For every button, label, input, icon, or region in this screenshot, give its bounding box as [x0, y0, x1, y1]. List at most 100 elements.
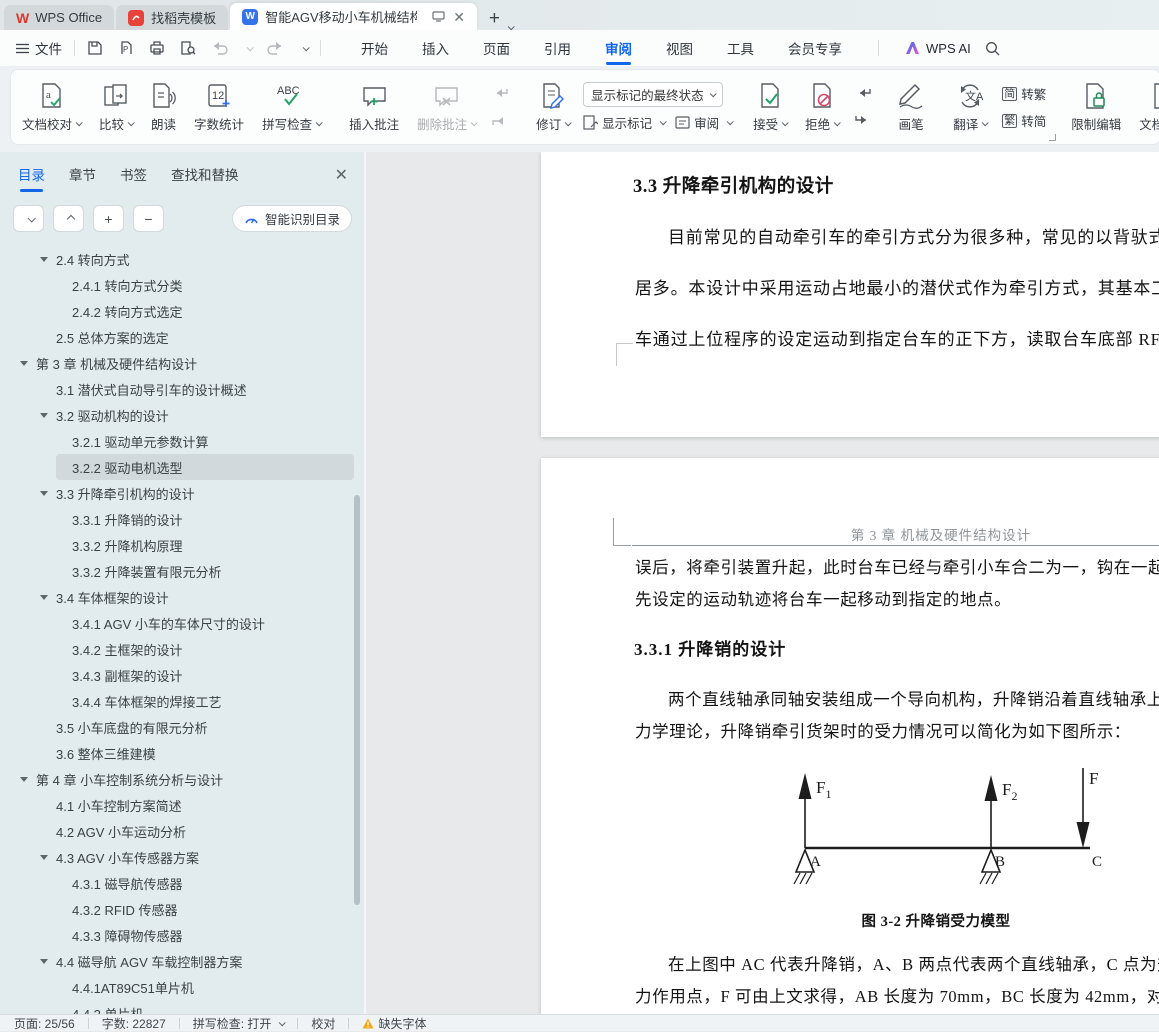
cast-screen-icon[interactable]	[432, 11, 445, 22]
toc-item[interactable]: 3.3.2 升降装置有限元分析	[56, 558, 354, 584]
delete-comment-button[interactable]: 删除批注	[408, 75, 485, 139]
toc-item[interactable]: 3.3.1 升降销的设计	[56, 506, 354, 532]
previous-revision-icon[interactable]	[855, 87, 871, 100]
toc-item[interactable]: 3.3.2 升降机构原理	[56, 532, 354, 558]
print-preview-icon[interactable]	[180, 40, 196, 56]
menu-tab-reference[interactable]: 引用	[542, 30, 573, 66]
doc-proof-button[interactable]: a 文档校对	[13, 75, 90, 139]
toc-item[interactable]: 4.4.2 单片机	[56, 1000, 354, 1015]
menu-tab-view[interactable]: 视图	[664, 30, 695, 66]
translate-button[interactable]: 文A 翻译	[944, 75, 996, 139]
sidebar-close-icon[interactable]: ✕	[335, 165, 348, 191]
menu-tab-home[interactable]: 开始	[359, 30, 390, 66]
read-aloud-button[interactable]: 朗读	[142, 75, 185, 139]
sidebar-tab-chapters[interactable]: 章节	[69, 164, 96, 192]
toc-item[interactable]: 4.4.1AT89C51单片机	[56, 974, 354, 1000]
menu-tab-review[interactable]: 审阅	[603, 30, 634, 66]
toc-item[interactable]: 2.4.1 转向方式分类	[56, 272, 354, 298]
toc-collapse-arrow-icon[interactable]	[20, 776, 36, 782]
sidebar-tab-bookmarks[interactable]: 书签	[120, 164, 147, 192]
document-page-26[interactable]: 第 3 章 机械及硬件结构设计 误后，将牵引装置升起，此时台车已经与牵引小车合二…	[541, 458, 1159, 1014]
toc-collapse-arrow-icon[interactable]	[40, 854, 56, 860]
traditional-to-simplified-button[interactable]: 繁 转简	[1002, 111, 1046, 130]
toc-item[interactable]: 3.5 小车底盘的有限元分析	[40, 714, 354, 740]
toc-collapse-arrow-icon[interactable]	[40, 958, 56, 964]
toc-item[interactable]: 3.4.1 AGV 小车的车体尺寸的设计	[56, 610, 354, 636]
document-canvas[interactable]: 3.3 升降牵引机构的设计 目前常见的自动牵引车的牵引方式分为很多种，常见的以背…	[366, 152, 1159, 1014]
toc-item[interactable]: 3.4.2 主框架的设计	[56, 636, 354, 662]
reject-revision-button[interactable]: 拒绝	[796, 75, 848, 139]
page-indicator[interactable]: 页面: 25/56	[14, 1015, 75, 1032]
menu-tab-member[interactable]: 会员专享	[786, 30, 844, 66]
encrypt-document-button[interactable]: 文档加密	[1130, 75, 1159, 139]
sidebar-scrollbar-thumb[interactable]	[354, 495, 360, 905]
toc-item[interactable]: 3.4 车体框架的设计	[40, 584, 354, 610]
show-markup-button[interactable]: 显示标记	[583, 113, 667, 132]
word-count-indicator[interactable]: 字数: 22827	[102, 1015, 166, 1032]
spell-check-status[interactable]: 拼写检查: 打开	[193, 1015, 287, 1032]
toc-item[interactable]: 3.1 潜伏式自动导引车的设计概述	[40, 376, 354, 402]
next-comment-icon[interactable]	[492, 114, 508, 127]
tab-document[interactable]: W 智能AGV移动小车机械结构设 ✕	[230, 3, 477, 30]
toc-item[interactable]: 4.4 磁导航 AGV 车载控制器方案	[40, 948, 354, 974]
previous-comment-icon[interactable]	[492, 87, 508, 100]
undo-icon[interactable]	[211, 41, 228, 55]
toc-item[interactable]: 3.4.4 车体框架的焊接工艺	[56, 688, 354, 714]
new-tab-button[interactable]: +	[489, 9, 500, 28]
tab-docer[interactable]: 找稻壳模板	[116, 5, 229, 30]
toc-item[interactable]: 4.3.2 RFID 传感器	[56, 896, 354, 922]
menu-tab-page[interactable]: 页面	[481, 30, 512, 66]
dialog-launcher-icon[interactable]	[1049, 134, 1057, 141]
toc-collapse-arrow-icon[interactable]	[40, 594, 56, 600]
toc-item[interactable]: 3.2 驱动机构的设计	[40, 402, 354, 428]
toc-item[interactable]: 第 3 章 机械及硬件结构设计	[20, 350, 354, 376]
ink-pen-button[interactable]: 画笔	[888, 75, 934, 139]
restrict-editing-button[interactable]: 限制编辑	[1062, 75, 1130, 139]
toc-item[interactable]: 2.5 总体方案的选定	[40, 324, 354, 350]
close-tab-icon[interactable]: ✕	[453, 10, 465, 24]
tab-wps-home[interactable]: W WPS Office	[4, 5, 115, 30]
toc-item[interactable]: 4.3.3 障碍物传感器	[56, 922, 354, 948]
compare-button[interactable]: 比较	[90, 75, 142, 139]
toc-item[interactable]: 2.4 转向方式	[40, 246, 354, 272]
toc-item[interactable]: 3.6 整体三维建模	[40, 740, 354, 766]
toc-item[interactable]: 3.4.3 副框架的设计	[56, 662, 354, 688]
menu-tab-insert[interactable]: 插入	[420, 30, 451, 66]
word-count-button[interactable]: 12 字数统计	[185, 75, 253, 139]
toc-item[interactable]: 第 4 章 小车控制系统分析与设计	[20, 766, 354, 792]
simplified-to-traditional-button[interactable]: 简 转繁	[1002, 84, 1046, 103]
wps-ai-button[interactable]: WPS AI	[905, 41, 971, 56]
menu-tab-tools[interactable]: 工具	[725, 30, 756, 66]
missing-font-warning[interactable]: 缺失字体	[362, 1015, 426, 1032]
toc-next-heading-button[interactable]	[13, 205, 44, 232]
save-icon[interactable]	[87, 40, 103, 56]
toc-item[interactable]: 3.3 升降牵引机构的设计	[40, 480, 354, 506]
next-revision-icon[interactable]	[855, 114, 871, 127]
toc-item[interactable]: 4.3.1 磁导航传感器	[56, 870, 354, 896]
toc-item[interactable]: 4.1 小车控制方案简述	[40, 792, 354, 818]
sidebar-tab-toc[interactable]: 目录	[18, 164, 45, 192]
spell-check-button[interactable]: ABC 拼写检查	[253, 75, 330, 139]
accept-revision-button[interactable]: 接受	[744, 75, 796, 139]
quick-toolbar-dropdown-icon[interactable]	[302, 43, 310, 51]
smart-toc-button[interactable]: 智能识别目录	[231, 205, 352, 232]
export-pdf-icon[interactable]: P	[118, 40, 134, 56]
toc-collapse-arrow-icon[interactable]	[40, 412, 56, 418]
toc-item[interactable]: 3.2.1 驱动单元参数计算	[56, 428, 354, 454]
toc-item[interactable]: 4.2 AGV 小车运动分析	[40, 818, 354, 844]
search-icon[interactable]	[985, 41, 1000, 56]
insert-comment-button[interactable]: 插入批注	[340, 75, 408, 139]
proofing-status[interactable]: 校对	[311, 1015, 335, 1032]
file-menu-button[interactable]: 文件	[16, 38, 62, 58]
toc-collapse-all-button[interactable]: −	[133, 205, 164, 232]
undo-dropdown-icon[interactable]	[246, 43, 254, 51]
toc-expand-all-button[interactable]: +	[93, 205, 124, 232]
sidebar-tab-find-replace[interactable]: 查找和替换	[171, 164, 239, 192]
track-changes-button[interactable]: 修订	[527, 81, 579, 133]
markup-state-select[interactable]: 显示标记的最终状态	[583, 82, 724, 107]
toc-item[interactable]: 3.2.2 驱动电机选型	[56, 454, 354, 480]
redo-icon[interactable]	[267, 41, 284, 55]
print-icon[interactable]	[149, 40, 165, 56]
document-page-25-bottom[interactable]: 3.3 升降牵引机构的设计 目前常见的自动牵引车的牵引方式分为很多种，常见的以背…	[541, 152, 1159, 437]
toc-previous-heading-button[interactable]	[53, 205, 84, 232]
